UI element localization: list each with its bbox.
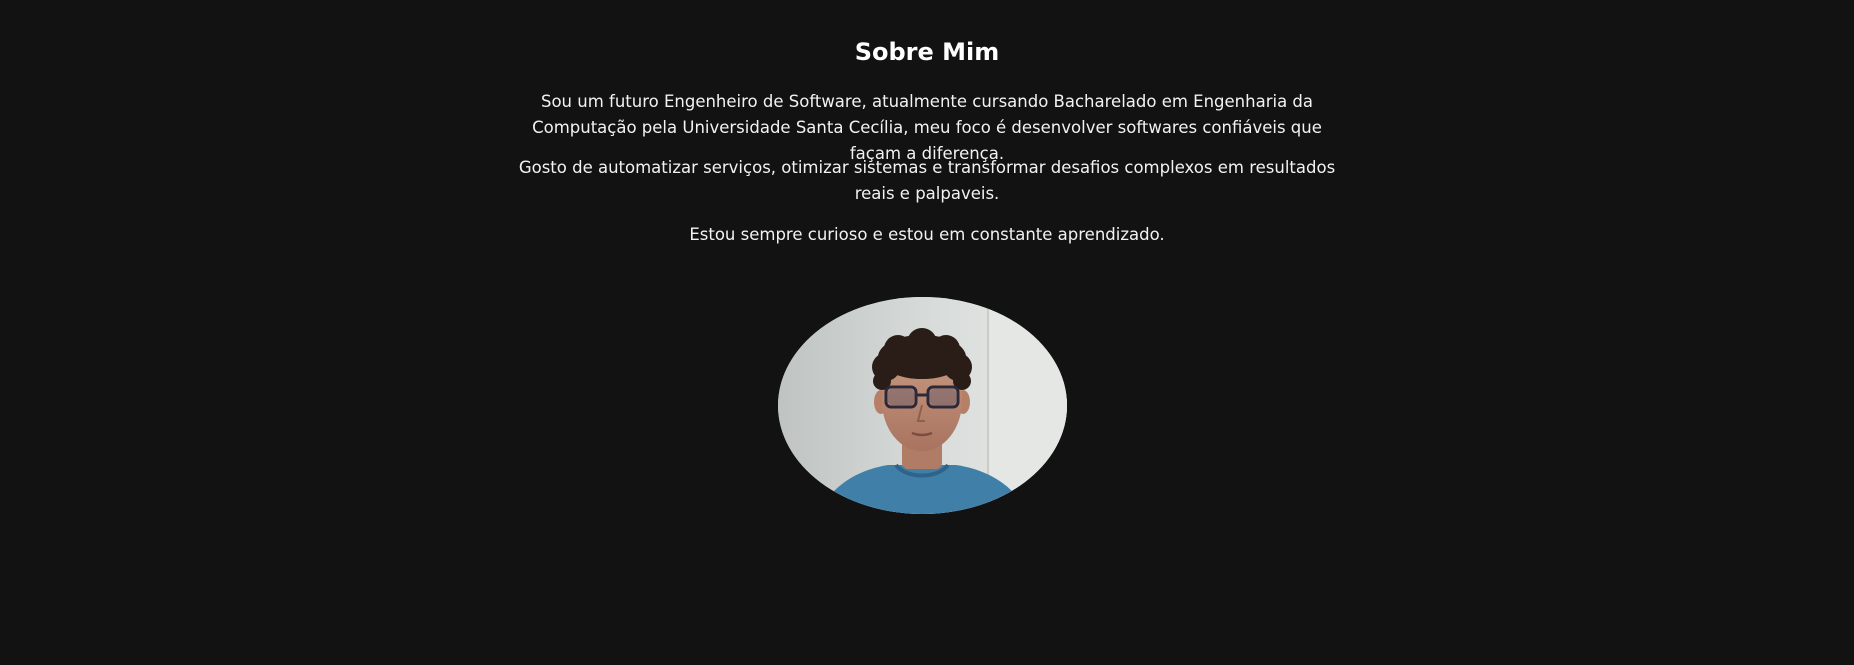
about-section: Sobre Mim Sou um futuro Engenheiro de So… (0, 0, 1854, 665)
about-paragraph: Gosto de automatizar serviços, otimizar … (518, 158, 1336, 203)
section-title: Sobre Mim (854, 38, 1000, 66)
profile-photo-illustration (778, 297, 1067, 514)
about-paragraph: Estou sempre curioso e estou em constant… (689, 225, 1165, 244)
profile-photo (778, 297, 1067, 514)
